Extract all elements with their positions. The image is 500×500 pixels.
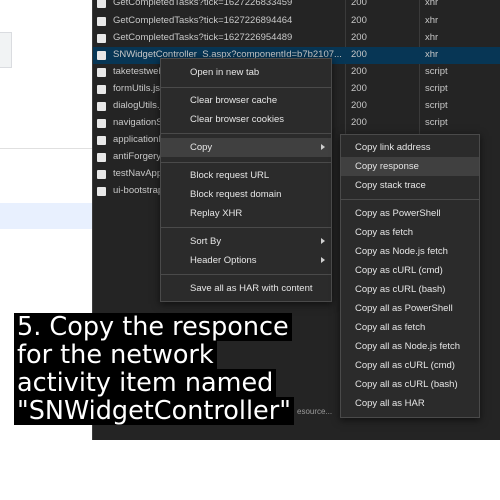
menu-item-copy[interactable]: Copy [161,138,331,157]
menu-item-copy-all-as-powershell[interactable]: Copy all as PowerShell [341,299,479,318]
submenu-arrow-icon [321,257,325,263]
request-status: 200 [351,83,367,94]
request-file-icon [97,0,106,8]
request-name: GetCompletedTasks?tick=1627226833459 [113,0,293,8]
menu-separator [161,133,331,134]
request-file-icon [97,170,106,179]
menu-item-sort-by-label: Sort By [190,236,222,247]
menu-item-copy-all-as-fetch[interactable]: Copy all as fetch [341,318,479,337]
request-status: 200 [351,15,367,26]
request-type: script [425,100,448,111]
menu-item-copy-label: Copy [190,142,213,153]
request-status: 200 [351,117,367,128]
menu-item-copy-response[interactable]: Copy response [341,157,479,176]
request-type: xhr [425,15,439,26]
menu-item-header-options[interactable]: Header Options [161,251,331,270]
menu-item-replay-xhr[interactable]: Replay XHR [161,204,331,223]
menu-separator [341,199,479,200]
request-file-icon [97,17,106,26]
menu-item-sort-by[interactable]: Sort By [161,232,331,251]
menu-item-copy-link-address[interactable]: Copy link address [341,138,479,157]
request-file-icon [97,34,106,43]
request-type: script [425,66,448,77]
request-status: 200 [351,32,367,43]
request-file-icon [97,153,106,162]
menu-item-copy-stack-trace[interactable]: Copy stack trace [341,176,479,195]
request-type: xhr [425,0,439,8]
menu-item-save-all-as-har[interactable]: Save all as HAR with content [161,279,331,298]
network-row[interactable]: GetCompletedTasks?tick=1627226954489 200… [93,30,500,47]
menu-separator [161,274,331,275]
menu-item-copy-all-as-curl-cmd[interactable]: Copy all as cURL (cmd) [341,356,479,375]
request-status: 200 [351,100,367,111]
request-status: 200 [351,49,367,60]
request-file-icon [97,51,106,60]
request-type: script [425,83,448,94]
caption-line: activity item named [14,369,277,397]
caption-line: for the network [14,341,217,369]
request-type: xhr [425,32,439,43]
page-highlight-band [0,203,92,229]
request-file-icon [97,187,106,196]
request-file-icon [97,68,106,77]
request-type: script [425,117,448,128]
copy-submenu: Copy link address Copy response Copy sta… [340,134,480,418]
caption-line: "SNWidgetController" [14,397,294,425]
menu-item-copy-as-fetch[interactable]: Copy as fetch [341,223,479,242]
request-name: GetCompletedTasks?tick=1627226894464 [113,15,293,26]
menu-item-copy-all-as-har[interactable]: Copy all as HAR [341,394,479,413]
menu-item-block-request-domain[interactable]: Block request domain [161,185,331,204]
page-divider [0,148,92,149]
submenu-arrow-icon [321,144,325,150]
menu-item-copy-as-nodejs-fetch[interactable]: Copy as Node.js fetch [341,242,479,261]
request-status: 200 [351,66,367,77]
menu-item-header-options-label: Header Options [190,255,257,266]
menu-item-copy-all-as-curl-bash[interactable]: Copy all as cURL (bash) [341,375,479,394]
request-file-icon [97,102,106,111]
menu-item-copy-all-as-nodejs-fetch[interactable]: Copy all as Node.js fetch [341,337,479,356]
menu-separator [161,227,331,228]
menu-item-copy-as-curl-cmd[interactable]: Copy as cURL (cmd) [341,261,479,280]
request-context-menu: Open in new tab Clear browser cache Clea… [160,58,332,302]
page-input-fragment[interactable] [0,32,12,68]
request-status: 200 [351,0,367,8]
menu-item-copy-as-powershell[interactable]: Copy as PowerShell [341,204,479,223]
menu-separator [161,87,331,88]
network-row[interactable]: GetCompletedTasks?tick=1627226894464 200… [93,13,500,30]
menu-item-copy-as-curl-bash[interactable]: Copy as cURL (bash) [341,280,479,299]
caption-line: 5. Copy the responce [14,313,292,341]
request-name: GetCompletedTasks?tick=1627226954489 [113,32,293,43]
menu-item-clear-browser-cache[interactable]: Clear browser cache [161,91,331,110]
submenu-arrow-icon [321,238,325,244]
menu-item-clear-browser-cookies[interactable]: Clear browser cookies [161,110,331,129]
menu-item-open-in-new-tab[interactable]: Open in new tab [161,63,331,82]
request-file-icon [97,119,106,128]
network-row[interactable]: GetCompletedTasks?tick=1627226833459 200… [93,0,500,12]
menu-separator [161,162,331,163]
request-file-icon [97,85,106,94]
menu-item-block-request-url[interactable]: Block request URL [161,166,331,185]
request-type: xhr [425,49,439,60]
request-file-icon [97,136,106,145]
tutorial-caption: 5. Copy the responce for the network act… [14,313,324,425]
